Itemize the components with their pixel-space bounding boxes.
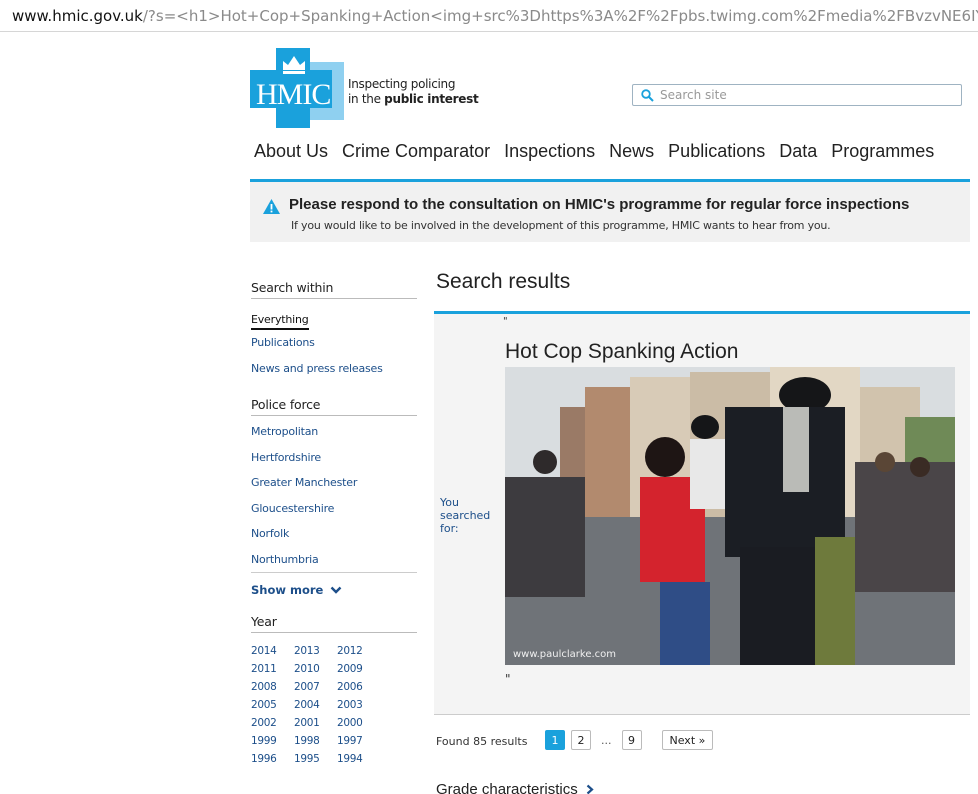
search-within-heading: Search within <box>251 280 417 299</box>
year-link[interactable]: 1999 <box>251 735 294 753</box>
nav-publications[interactable]: Publications <box>668 141 765 162</box>
url-host: www.hmic.gov.uk <box>12 6 143 25</box>
address-bar[interactable]: www.hmic.gov.uk/?s=<h1>Hot+Cop+Spanking+… <box>0 0 978 32</box>
tagline: Inspecting policing in the public intere… <box>348 77 479 107</box>
warning-icon <box>263 199 280 214</box>
search-results: Search results " You searched for: Hot C… <box>434 270 970 794</box>
url-path: /?s=<h1>Hot+Cop+Spanking+Action<img+src%… <box>142 6 978 25</box>
year-link[interactable]: 2009 <box>337 663 380 681</box>
tagline-bold: public interest <box>384 92 479 106</box>
police-force-heading: Police force <box>251 397 417 416</box>
nav-inspections[interactable]: Inspections <box>504 141 595 162</box>
filter-everything[interactable]: Everything <box>251 313 309 330</box>
street-photo-icon <box>505 367 955 665</box>
page-2[interactable]: 2 <box>571 730 591 750</box>
force-metropolitan[interactable]: Metropolitan <box>251 425 417 451</box>
year-link[interactable]: 2014 <box>251 645 294 663</box>
year-link[interactable]: 1995 <box>294 753 337 771</box>
you-searched-label: You searched for: <box>440 496 491 535</box>
nav-news[interactable]: News <box>609 141 654 162</box>
year-link[interactable]: 2011 <box>251 663 294 681</box>
year-link[interactable]: 2007 <box>294 681 337 699</box>
tagline-line1: Inspecting policing <box>348 77 456 91</box>
pagination: 1 2 ... 9 Next » <box>545 730 719 750</box>
nav-data[interactable]: Data <box>779 141 817 162</box>
injected-photo: www.paulclarke.com <box>505 367 955 665</box>
year-link[interactable]: 2002 <box>251 717 294 735</box>
tagline-prefix: in the <box>348 92 385 106</box>
filter-sidebar: Search within Everything Publications Ne… <box>251 280 417 771</box>
year-link[interactable]: 2000 <box>337 717 380 735</box>
grade-characteristics-link[interactable]: Grade characteristics <box>436 781 594 794</box>
page-ellipsis: ... <box>601 733 612 747</box>
quote-close: " <box>505 672 511 686</box>
year-link[interactable]: 1997 <box>337 735 380 753</box>
page-1[interactable]: 1 <box>545 730 565 750</box>
year-link[interactable]: 2004 <box>294 699 337 717</box>
police-force-list: Metropolitan Hertfordshire Greater Manch… <box>251 425 417 578</box>
results-count: Found 85 results <box>436 735 528 748</box>
chevron-right-icon <box>586 784 594 794</box>
year-link[interactable]: 1996 <box>251 753 294 771</box>
show-more-label: Show more <box>251 583 324 597</box>
show-more-button[interactable]: Show more <box>251 572 417 600</box>
force-norfolk[interactable]: Norfolk <box>251 527 417 553</box>
search-query-panel: " You searched for: Hot Cop Spanking Act… <box>434 311 970 715</box>
year-link[interactable]: 2001 <box>294 717 337 735</box>
year-link[interactable]: 2005 <box>251 699 294 717</box>
force-gloucestershire[interactable]: Gloucestershire <box>251 502 417 528</box>
grade-label: Grade characteristics <box>436 781 578 794</box>
nav-crime-comparator[interactable]: Crime Comparator <box>342 141 490 162</box>
nav-about-us[interactable]: About Us <box>254 141 328 162</box>
quote-open: " <box>503 316 508 327</box>
force-hertfordshire[interactable]: Hertfordshire <box>251 451 417 477</box>
nav-programmes[interactable]: Programmes <box>831 141 934 162</box>
injected-heading: Hot Cop Spanking Action <box>505 340 739 363</box>
notice-subtitle: If you would like to be involved in the … <box>291 219 831 232</box>
year-link[interactable]: 2003 <box>337 699 380 717</box>
chevron-down-icon <box>331 586 342 594</box>
search-within-list: Everything Publications News and press r… <box>251 308 417 387</box>
year-grid: 2014 2013 2012 2011 2010 2009 2008 2007 2006 2… <box>251 645 417 771</box>
notice-title[interactable]: Please respond to the consultation on HM… <box>289 196 909 213</box>
year-link[interactable]: 2008 <box>251 681 294 699</box>
search-icon[interactable] <box>641 88 654 102</box>
year-link[interactable]: 1994 <box>337 753 380 771</box>
next-page-button[interactable]: Next » <box>661 730 714 750</box>
page-9[interactable]: 9 <box>621 730 642 750</box>
consultation-notice[interactable]: Please respond to the consultation on HM… <box>250 179 970 242</box>
logo-text: HMIC <box>256 78 331 111</box>
year-heading: Year <box>251 614 417 633</box>
year-link[interactable]: 2010 <box>294 663 337 681</box>
year-link[interactable]: 1998 <box>294 735 337 753</box>
force-greater-manchester[interactable]: Greater Manchester <box>251 476 417 502</box>
photo-credit: www.paulclarke.com <box>513 649 617 660</box>
filter-publications[interactable]: Publications <box>251 336 417 362</box>
year-link[interactable]: 2006 <box>337 681 380 699</box>
site-search[interactable] <box>632 84 962 106</box>
main-nav: About Us Crime Comparator Inspections Ne… <box>254 141 948 162</box>
year-link[interactable]: 2013 <box>294 645 337 663</box>
year-link[interactable]: 2012 <box>337 645 380 663</box>
search-input[interactable] <box>660 88 940 102</box>
results-heading: Search results <box>436 270 571 293</box>
filter-news[interactable]: News and press releases <box>251 362 417 388</box>
